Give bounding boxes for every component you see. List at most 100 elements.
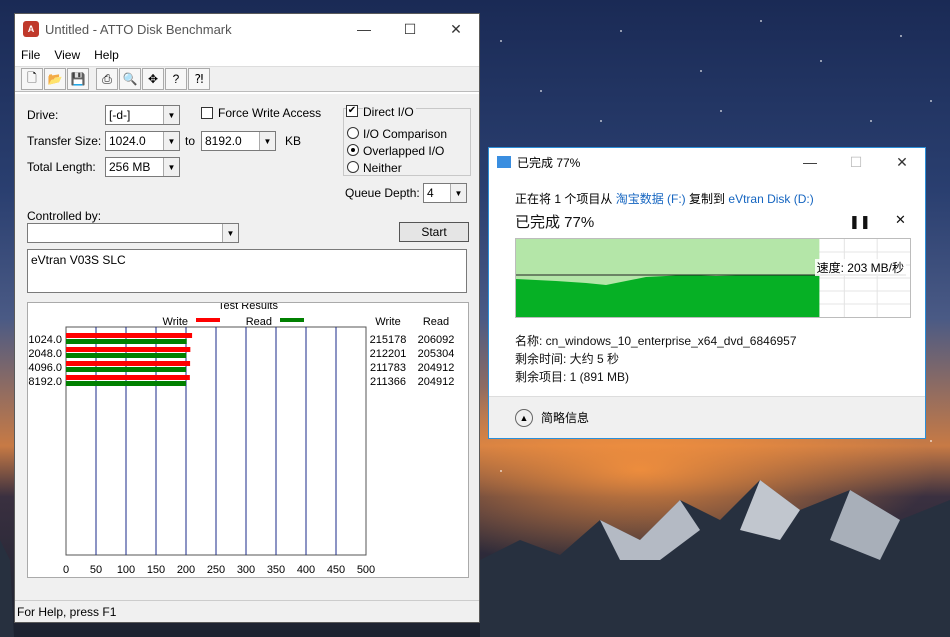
direct-io-checkbox[interactable]: ✔	[346, 105, 358, 117]
controlled-by-select[interactable]: ▼	[27, 223, 239, 243]
write-value: 211783	[370, 362, 406, 374]
chevron-down-icon: ▼	[163, 132, 179, 150]
x-tick-label: 250	[207, 564, 225, 576]
write-value: 211366	[370, 376, 406, 388]
drive-label: Drive:	[27, 108, 59, 122]
force-write-checkbox[interactable]	[201, 107, 213, 119]
menu-help[interactable]: Help	[94, 48, 119, 62]
write-bar	[66, 347, 191, 352]
copy-minimize-button[interactable]: —	[787, 147, 833, 177]
copy-dest-link[interactable]: eVtran Disk (D:)	[728, 192, 813, 206]
x-tick-label: 150	[147, 564, 165, 576]
neither-label: Neither	[363, 161, 402, 175]
legend-read-swatch	[280, 318, 304, 322]
copy-description: 正在将 1 个项目从 淘宝数据 (F:) 复制到 eVtran Disk (D:…	[515, 190, 814, 207]
transfer-to-select[interactable]: 8192.0 ▼	[201, 131, 276, 151]
io-comparison-radio[interactable]	[347, 127, 359, 139]
read-value: 204912	[418, 376, 455, 388]
copy-icon	[497, 156, 511, 168]
queue-depth-value: 4	[427, 186, 434, 200]
kb-label: KB	[285, 134, 302, 148]
menu-file[interactable]: File	[21, 48, 40, 62]
star	[930, 440, 932, 442]
toolbar: 🗋 📂 💾 ⎙ 🔍 ✥ ? ⁈	[15, 66, 479, 92]
copy-progress-dialog: 已完成 77% — ☐ ✕ 正在将 1 个项目从 淘宝数据 (F:) 复制到 e…	[488, 147, 926, 439]
description-textarea[interactable]: eVtran V03S SLC	[27, 249, 467, 293]
star	[500, 470, 502, 472]
minimize-button[interactable]: —	[341, 14, 387, 44]
atto-window: A Untitled - ATTO Disk Benchmark — ☐ ✕ F…	[14, 13, 480, 623]
queue-depth-select[interactable]: 4 ▼	[423, 183, 467, 203]
speed-graph-svg	[516, 239, 910, 317]
star	[870, 120, 872, 122]
atto-window-title: Untitled - ATTO Disk Benchmark	[45, 21, 232, 37]
new-icon[interactable]: 🗋	[21, 68, 43, 90]
cancel-icon[interactable]: ✕	[895, 212, 906, 228]
x-tick-label: 200	[177, 564, 195, 576]
read-bar	[66, 381, 187, 386]
pause-icon[interactable]: ❚❚	[849, 214, 871, 230]
category-label: 2048.0	[28, 348, 62, 360]
total-length-select[interactable]: 256 MB ▼	[105, 157, 180, 177]
atto-titlebar[interactable]: A Untitled - ATTO Disk Benchmark — ☐ ✕	[15, 14, 479, 44]
maximize-button[interactable]: ☐	[387, 14, 433, 44]
neither-radio[interactable]	[347, 161, 359, 173]
x-tick-label: 350	[267, 564, 285, 576]
move-icon[interactable]: ✥	[142, 68, 164, 90]
category-label: 4096.0	[28, 362, 62, 374]
copy-close-button[interactable]: ✕	[879, 147, 925, 177]
file-name-line: 名称: cn_windows_10_enterprise_x64_dvd_684…	[515, 334, 797, 348]
category-label: 1024.0	[28, 334, 62, 346]
chevron-down-icon: ▼	[222, 224, 238, 242]
copy-maximize-button[interactable]: ☐	[833, 147, 879, 177]
test-results-panel: Test Results Write Read Write Read 0 50 100 150 2…	[27, 302, 469, 578]
statusbar: For Help, press F1	[15, 600, 479, 622]
column-read-header: Read	[423, 316, 449, 328]
close-button[interactable]: ✕	[433, 14, 479, 44]
atto-app-icon: A	[23, 21, 39, 37]
star	[620, 30, 622, 32]
atto-client-area: Drive: [-d-] ▼ Force Write Access ✔ Dire…	[15, 94, 479, 600]
x-axis-title: Transfer Rate - MB / Sec	[155, 576, 277, 577]
save-icon[interactable]: 💾	[67, 68, 89, 90]
copy-footer: ▲ 简略信息	[489, 396, 925, 438]
drive-select-value: [-d-]	[109, 108, 131, 122]
print-preview-icon[interactable]: 🔍	[119, 68, 141, 90]
open-icon[interactable]: 📂	[44, 68, 66, 90]
star	[540, 90, 542, 92]
x-tick-label: 300	[237, 564, 255, 576]
chevron-up-icon[interactable]: ▲	[515, 408, 533, 427]
star	[820, 60, 822, 62]
write-value: 212201	[370, 348, 407, 360]
items-remaining-line: 剩余项目: 1 (891 MB)	[515, 370, 630, 384]
read-value: 206092	[418, 334, 455, 346]
queue-depth-label: Queue Depth:	[345, 186, 420, 200]
help-icon[interactable]: ?	[165, 68, 187, 90]
print-icon[interactable]: ⎙	[96, 68, 118, 90]
start-button[interactable]: Start	[399, 222, 469, 242]
transfer-from-select[interactable]: 1024.0 ▼	[105, 131, 180, 151]
fewer-details-label[interactable]: 简略信息	[541, 409, 589, 426]
legend-read-label: Read	[246, 316, 272, 328]
x-tick-label: 400	[297, 564, 315, 576]
transfer-size-label: Transfer Size:	[27, 134, 102, 148]
chevron-down-icon: ▼	[163, 106, 179, 124]
time-remaining-line: 剩余时间: 大约 5 秒	[515, 352, 620, 366]
write-value: 215178	[370, 334, 407, 346]
controlled-by-label: Controlled by:	[27, 209, 102, 223]
io-comparison-label: I/O Comparison	[363, 127, 448, 141]
overlapped-io-radio[interactable]	[347, 144, 359, 156]
copy-source-link[interactable]: 淘宝数据 (F:)	[616, 192, 686, 206]
overlapped-io-label: Overlapped I/O	[363, 144, 445, 158]
copy-titlebar[interactable]: 已完成 77% — ☐ ✕	[489, 148, 925, 176]
menu-view[interactable]: View	[54, 48, 80, 62]
write-bar	[66, 361, 191, 366]
context-help-icon[interactable]: ⁈	[188, 68, 210, 90]
x-tick-label: 500	[357, 564, 375, 576]
category-label: 8192.0	[28, 376, 62, 388]
chevron-down-icon: ▼	[450, 184, 466, 202]
x-tick-label: 450	[327, 564, 345, 576]
star	[500, 40, 502, 42]
drive-select[interactable]: [-d-] ▼	[105, 105, 180, 125]
column-write-header: Write	[375, 316, 400, 328]
